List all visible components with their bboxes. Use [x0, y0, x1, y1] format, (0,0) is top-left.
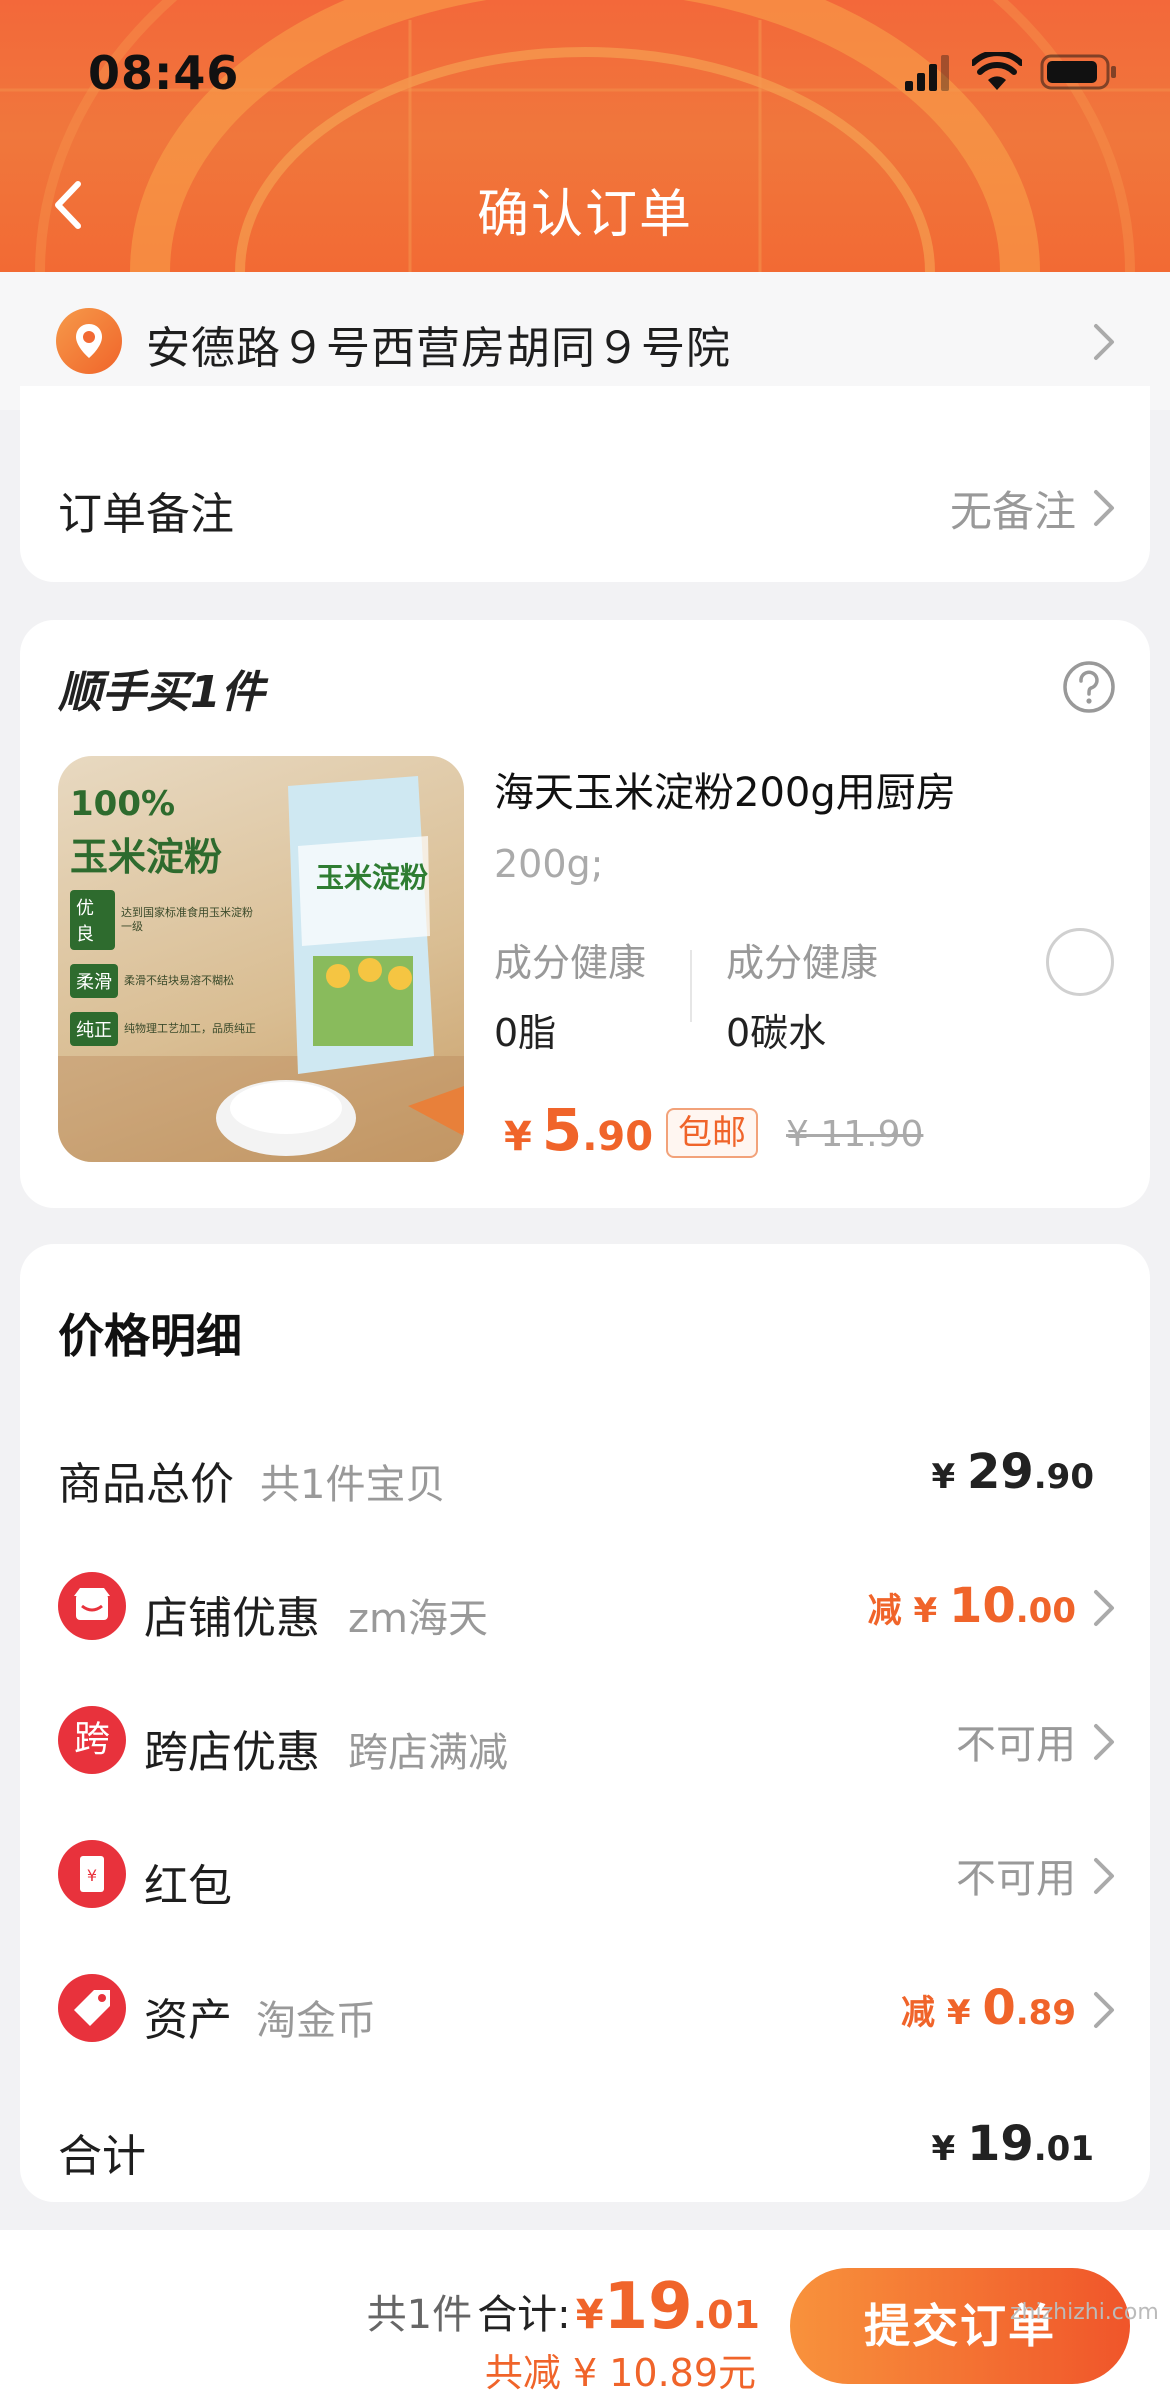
checkout-total: 共1件 合计: ¥19.01	[366, 2270, 760, 2344]
page-title: 确认订单	[476, 185, 693, 245]
original-price: ¥ 11.90	[786, 1114, 924, 1155]
free-shipping-tag: 包邮	[666, 1108, 758, 1158]
goods-total-row: 商品总价 共1件宝贝 ¥ 29.90	[20, 1428, 1150, 1528]
total-row: 合计 ¥ 19.01	[20, 2100, 1150, 2200]
image-badge-3-note: 纯物理工艺加工，品质纯正	[124, 1022, 256, 1035]
cross-store-label: 跨店优惠	[144, 1727, 320, 1778]
goods-count: 共1件宝贝	[260, 1462, 446, 1508]
assets-value: 减 ¥ 0.89	[901, 1980, 1076, 2036]
cross-store-discount-row[interactable]: 跨 跨店优惠 跨店满减 不可用	[20, 1696, 1150, 1796]
address-text: 安德路９号西营房胡同９号院	[146, 323, 731, 374]
product-image[interactable]: 100% 玉米淀粉 优良 达到国家标准食用玉米淀粉一级 柔滑 柔滑不结块易溶不糊…	[58, 756, 464, 1162]
red-packet-label: 红包	[144, 1861, 232, 1912]
checkout-bar: 共1件 合计: ¥19.01 共减 ¥ 10.89元 提交订单	[0, 2230, 1170, 2392]
checkout-total-label: 合计:	[477, 2292, 571, 2338]
red-packet-value: 不可用	[956, 1856, 1076, 1902]
add-on-title: 顺手买1件	[58, 667, 265, 718]
order-note-value: 无备注	[949, 487, 1076, 536]
shop-discount-label: 店铺优惠	[144, 1593, 320, 1644]
watermark: zhizhizhi.com	[1010, 2300, 1159, 2325]
help-question-icon[interactable]	[1062, 660, 1116, 714]
image-badge-1-note: 达到国家标准食用玉米淀粉一级	[120, 906, 253, 933]
order-note-card[interactable]: 订单备注 无备注	[20, 386, 1150, 582]
image-badge-2: 柔滑	[70, 964, 118, 998]
location-pin-icon	[56, 308, 122, 374]
status-time: 08:46	[88, 46, 240, 100]
goods-total-value: ¥ 29.90	[931, 1444, 1094, 1500]
cross-store-chevron-right-icon	[1094, 1724, 1114, 1760]
image-badge-2-note: 柔滑不结块易溶不糊松	[124, 974, 234, 987]
image-pack-text: 玉米淀粉	[316, 861, 429, 894]
cross-store-icon: 跨	[58, 1706, 126, 1774]
shop-icon	[58, 1572, 126, 1640]
shop-chevron-right-icon	[1094, 1590, 1114, 1626]
image-headline-2: 玉米淀粉	[70, 835, 223, 879]
checkout-saved-amount: 共减 ¥ 10.89元	[484, 2351, 756, 2392]
attribute-2-label: 成分健康	[726, 941, 879, 985]
wifi-icon	[972, 52, 1022, 90]
attribute-1-value: 0脂	[494, 1011, 557, 1055]
cellular-signal-icon	[905, 55, 949, 91]
order-note-label: 订单备注	[58, 489, 234, 540]
red-packet-row[interactable]: ¥ 红包 不可用	[20, 1830, 1150, 1930]
assets-row[interactable]: 资产 淘金币 减 ¥ 0.89	[20, 1964, 1150, 2064]
assets-chevron-right-icon	[1094, 1992, 1114, 2028]
cross-store-value: 不可用	[956, 1722, 1076, 1768]
note-chevron-right-icon	[1094, 490, 1114, 526]
status-bar: 08:46	[0, 0, 1170, 130]
checkout-item-count: 共1件	[366, 2292, 473, 2338]
shop-discount-value: 减 ¥ 10.00	[867, 1578, 1076, 1634]
product-name[interactable]: 海天玉米淀粉200g用厨房	[494, 760, 956, 818]
battery-icon	[1040, 54, 1116, 90]
attribute-1-label: 成分健康	[494, 941, 647, 985]
total-label: 合计	[58, 2131, 146, 2182]
image-badge-3: 纯正	[70, 1012, 118, 1046]
assets-label: 资产	[144, 1995, 232, 2046]
red-packet-chevron-right-icon	[1094, 1858, 1114, 1894]
attribute-2-value: 0碳水	[726, 1011, 827, 1055]
attribute-divider	[690, 950, 692, 1022]
goods-total-label: 商品总价	[58, 1459, 234, 1510]
submit-order-button[interactable]: 提交订单	[790, 2268, 1130, 2384]
address-chevron-right-icon	[1094, 324, 1114, 360]
coin-tag-icon	[58, 1974, 126, 2042]
total-value: ¥ 19.01	[931, 2116, 1094, 2172]
add-on-card: 顺手买1件 100% 玉米淀粉 优良 达到国家标准食用玉米淀粉一级 柔滑 柔滑不…	[20, 620, 1150, 1208]
image-headline-1: 100%	[70, 784, 176, 824]
image-badge-1: 优良	[70, 890, 115, 950]
add-on-select-radio[interactable]	[1046, 928, 1114, 996]
shop-discount-row[interactable]: 店铺优惠 zm海天 减 ¥ 10.00	[20, 1562, 1150, 1662]
svg-text:¥: ¥	[87, 1866, 97, 1885]
price-detail-card: 价格明细 商品总价 共1件宝贝 ¥ 29.90 店铺优惠 zm海天 减 ¥ 10…	[20, 1244, 1150, 2202]
image-badges: 优良 达到国家标准食用玉米淀粉一级 柔滑 柔滑不结块易溶不糊松 纯正 纯物理工艺…	[70, 890, 262, 1046]
cross-store-sub: 跨店满减	[348, 1730, 508, 1776]
shop-name: zm海天	[348, 1596, 488, 1642]
assets-sub: 淘金币	[256, 1998, 376, 2044]
product-spec: 200g;	[494, 842, 604, 886]
header: 08:46 确认订单	[0, 0, 1170, 272]
product-price: ¥5.90	[504, 1096, 654, 1164]
red-packet-icon: ¥	[58, 1840, 126, 1908]
price-detail-title: 价格明细	[58, 1309, 242, 1363]
